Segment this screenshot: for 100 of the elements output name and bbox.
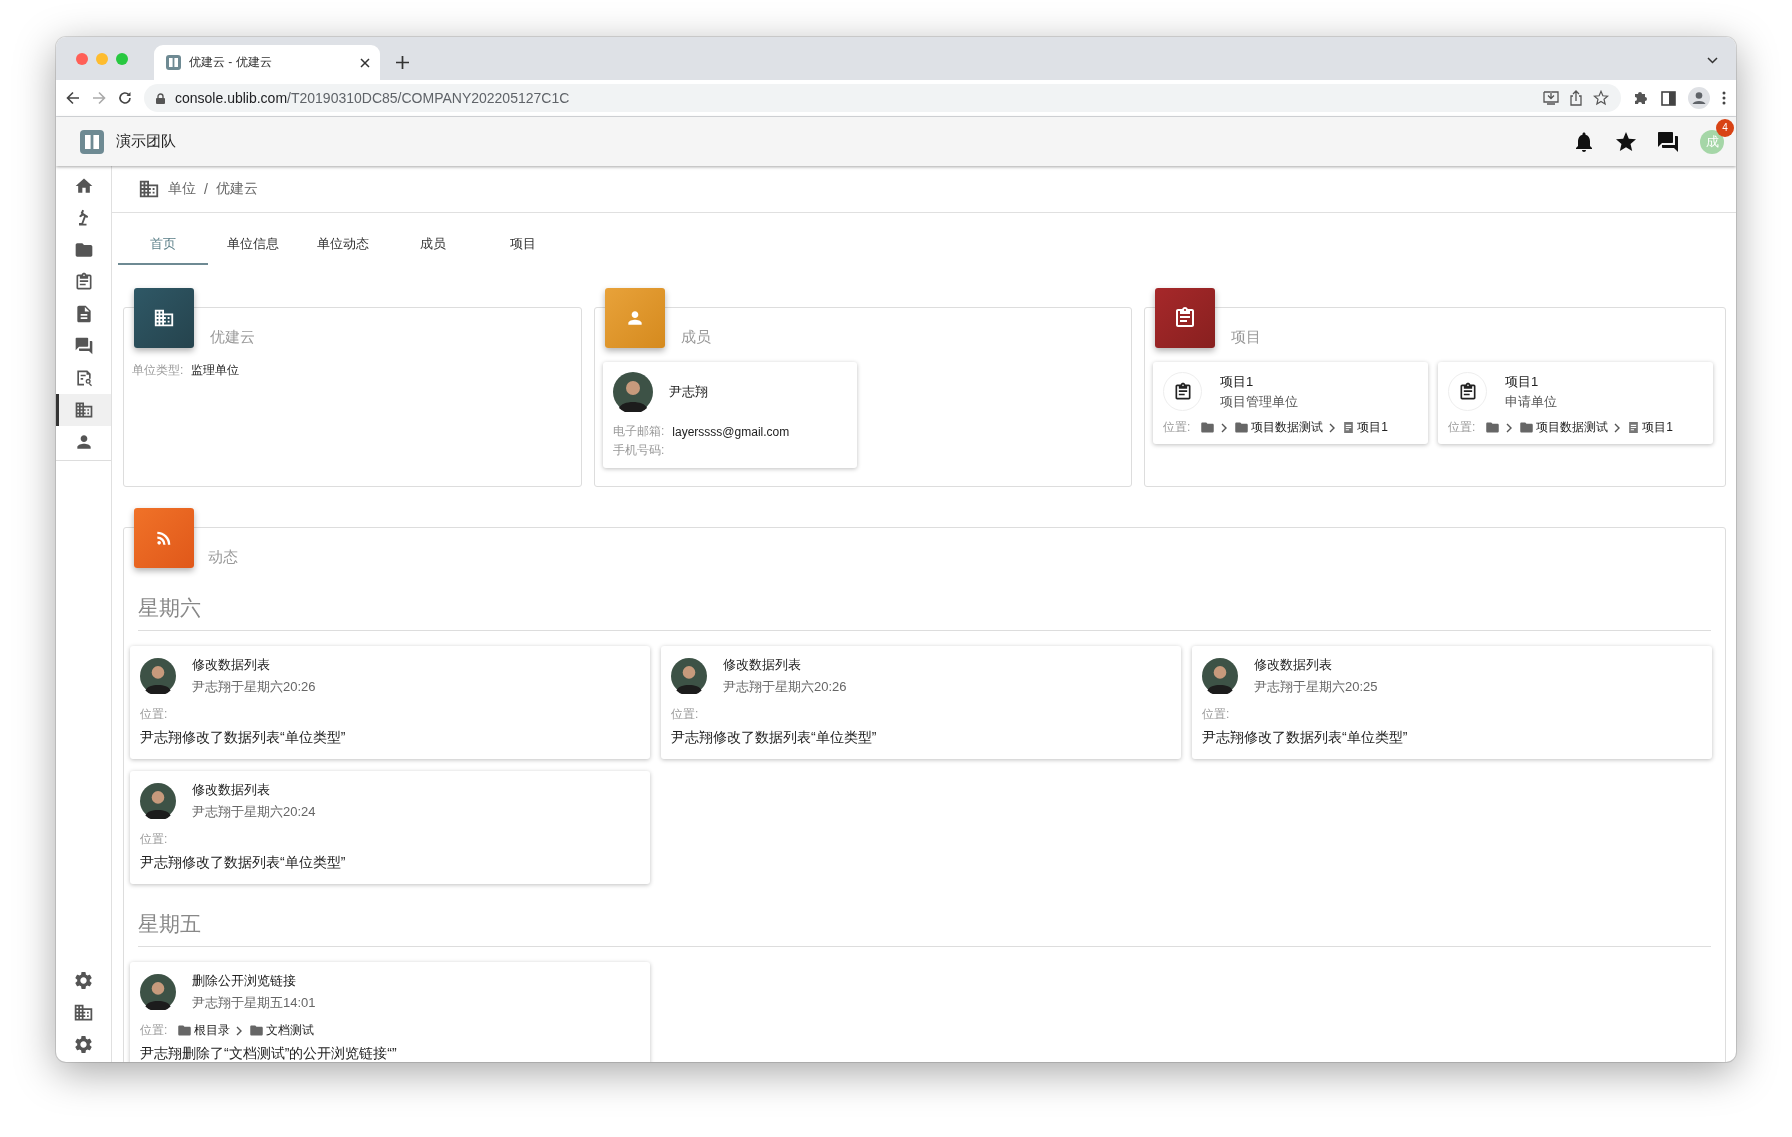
app-logo[interactable] bbox=[80, 129, 104, 154]
sidebar-item[interactable] bbox=[56, 394, 111, 426]
tab[interactable]: 成员 bbox=[388, 225, 478, 265]
browser-tab[interactable]: 优建云 - 优建云 bbox=[154, 45, 380, 80]
project-icon bbox=[1627, 421, 1641, 434]
avatar bbox=[1202, 658, 1238, 694]
activity-meta: 尹志翔于星期六20:26 bbox=[723, 678, 847, 696]
activity-meta: 尹志翔于星期六20:26 bbox=[192, 678, 316, 696]
bookmark-star-icon[interactable] bbox=[1593, 90, 1609, 106]
folder-icon bbox=[73, 240, 94, 260]
lock-icon bbox=[156, 92, 165, 104]
chat-icon bbox=[73, 336, 94, 356]
path-link[interactable]: 项目数据测试 bbox=[1251, 419, 1324, 436]
path-link[interactable]: 项目数据测试 bbox=[1536, 419, 1609, 436]
avatar bbox=[140, 658, 176, 694]
breadcrumb-separator: / bbox=[204, 181, 208, 197]
building-icon bbox=[138, 178, 160, 200]
clipboard-icon bbox=[1173, 306, 1197, 330]
project-name: 项目1 bbox=[1505, 372, 1540, 391]
activity-item[interactable]: 修改数据列表 尹志翔于星期六20:24 位置: 尹志翔修改了数据列表“单位类型” bbox=[130, 771, 650, 884]
avatar bbox=[671, 658, 707, 694]
day-heading: 星期六 bbox=[138, 594, 1711, 631]
folder-icon bbox=[177, 1023, 193, 1038]
chat-icon[interactable] bbox=[1656, 129, 1680, 154]
favicon bbox=[166, 55, 181, 70]
project-role: 项目管理单位 bbox=[1220, 392, 1298, 411]
field-value: layerssss@gmail.com bbox=[672, 424, 790, 439]
activity-description: 尹志翔修改了数据列表“单位类型” bbox=[140, 854, 347, 872]
activity-title: 修改数据列表 bbox=[192, 656, 271, 674]
activity-item[interactable]: 修改数据列表 尹志翔于星期六20:26 位置: 尹志翔修改了数据列表“单位类型” bbox=[661, 646, 1181, 759]
card-title: 成员 bbox=[681, 328, 712, 347]
project-card[interactable]: 项目1 申请单位 位置: 项目数据测试 项目1 bbox=[1438, 362, 1713, 444]
path-link[interactable]: 项目1 bbox=[1642, 419, 1674, 436]
building-icon bbox=[153, 307, 175, 329]
activity-item[interactable]: 删除公开浏览链接 尹志翔于星期五14:01 位置: 根目录 文档测试 尹志翔删除了“文档测试”的公开浏览链接“” bbox=[130, 962, 650, 1062]
tab[interactable]: 首页 bbox=[118, 225, 208, 265]
install-icon[interactable] bbox=[1543, 90, 1559, 106]
side-panel-icon[interactable] bbox=[1661, 90, 1676, 106]
field-label: 位置: bbox=[1202, 706, 1230, 723]
activity-item[interactable]: 修改数据列表 尹志翔于星期六20:25 位置: 尹志翔修改了数据列表“单位类型” bbox=[1192, 646, 1712, 759]
field-label: 位置: bbox=[140, 1022, 168, 1039]
field-label: 位置: bbox=[140, 831, 168, 848]
home-icon bbox=[73, 176, 94, 196]
field-label: 单位类型: bbox=[132, 362, 184, 379]
chevron-icon bbox=[1506, 422, 1514, 433]
day-heading: 星期五 bbox=[138, 910, 1711, 947]
avatar bbox=[140, 783, 176, 819]
path-link[interactable]: 项目1 bbox=[1357, 419, 1389, 436]
activity-description: 尹志翔修改了数据列表“单位类型” bbox=[671, 729, 878, 747]
project-card[interactable]: 项目1 项目管理单位 位置: 项目数据测试 项目1 bbox=[1153, 362, 1428, 444]
field-label: 位置: bbox=[1448, 419, 1476, 436]
chevron-icon bbox=[1614, 422, 1622, 433]
settings-icon bbox=[73, 1033, 94, 1055]
field-value: 监理单位 bbox=[191, 362, 240, 379]
settings-icon bbox=[73, 969, 94, 991]
chevron-down-icon[interactable] bbox=[1707, 57, 1718, 64]
member-card[interactable]: 尹志翔 电子邮箱: layerssss@gmail.com 手机号码: bbox=[603, 362, 857, 468]
field-label: 位置: bbox=[671, 706, 699, 723]
chevron-icon bbox=[1329, 422, 1337, 433]
tab[interactable]: 单位信息 bbox=[208, 225, 298, 265]
project-name: 项目1 bbox=[1220, 372, 1255, 391]
avatar bbox=[613, 372, 653, 412]
notification-badge: 4 bbox=[1716, 118, 1734, 137]
folder-icon bbox=[1234, 420, 1250, 435]
share-icon[interactable] bbox=[1569, 90, 1583, 106]
profile-icon[interactable] bbox=[1688, 87, 1710, 109]
tab[interactable]: 单位动态 bbox=[298, 225, 388, 265]
path-link[interactable]: 根目录 bbox=[194, 1022, 231, 1039]
field-label: 手机号码: bbox=[613, 442, 665, 459]
activity-description: 尹志翔修改了数据列表“单位类型” bbox=[140, 729, 347, 747]
reload-icon[interactable] bbox=[118, 91, 132, 105]
breadcrumb-link[interactable]: 单位 bbox=[168, 180, 196, 198]
tab[interactable]: 项目 bbox=[478, 225, 568, 265]
activity-title: 修改数据列表 bbox=[192, 781, 271, 799]
member-name: 尹志翔 bbox=[669, 383, 708, 401]
activity-meta: 尹志翔于星期五14:01 bbox=[192, 994, 316, 1012]
activity-item[interactable]: 修改数据列表 尹志翔于星期六20:26 位置: 尹志翔修改了数据列表“单位类型” bbox=[130, 646, 650, 759]
activity-description: 尹志翔修改了数据列表“单位类型” bbox=[1202, 729, 1409, 747]
card-title: 优建云 bbox=[210, 328, 256, 347]
activity-description: 尹志翔删除了“文档测试”的公开浏览链接“” bbox=[140, 1045, 398, 1062]
close-icon[interactable] bbox=[360, 57, 370, 68]
new-tab-icon[interactable] bbox=[396, 56, 409, 69]
path-link[interactable]: 文档测试 bbox=[266, 1022, 315, 1039]
back-icon[interactable] bbox=[66, 91, 80, 105]
field-label: 位置: bbox=[1163, 419, 1191, 436]
project-role: 申请单位 bbox=[1505, 392, 1557, 411]
folder-icon bbox=[1200, 420, 1216, 435]
activity-title: 修改数据列表 bbox=[1254, 656, 1333, 674]
activity-meta: 尹志翔于星期六20:25 bbox=[1254, 678, 1378, 696]
breadcrumb-link[interactable]: 优建云 bbox=[215, 180, 258, 198]
avatar bbox=[140, 974, 176, 1010]
chevron-icon bbox=[236, 1025, 244, 1036]
team-name[interactable]: 演示团队 bbox=[116, 132, 176, 151]
card-title: 动态 bbox=[208, 548, 239, 567]
address-bar[interactable]: console.ublib.com/T20190310DC85/COMPANY202205127C1C bbox=[144, 84, 1621, 112]
building-icon bbox=[73, 400, 94, 420]
more-icon[interactable] bbox=[1722, 91, 1726, 105]
project-icon bbox=[1342, 421, 1356, 434]
puzzle-icon[interactable] bbox=[1633, 90, 1649, 106]
field-label: 电子邮箱: bbox=[613, 423, 665, 440]
